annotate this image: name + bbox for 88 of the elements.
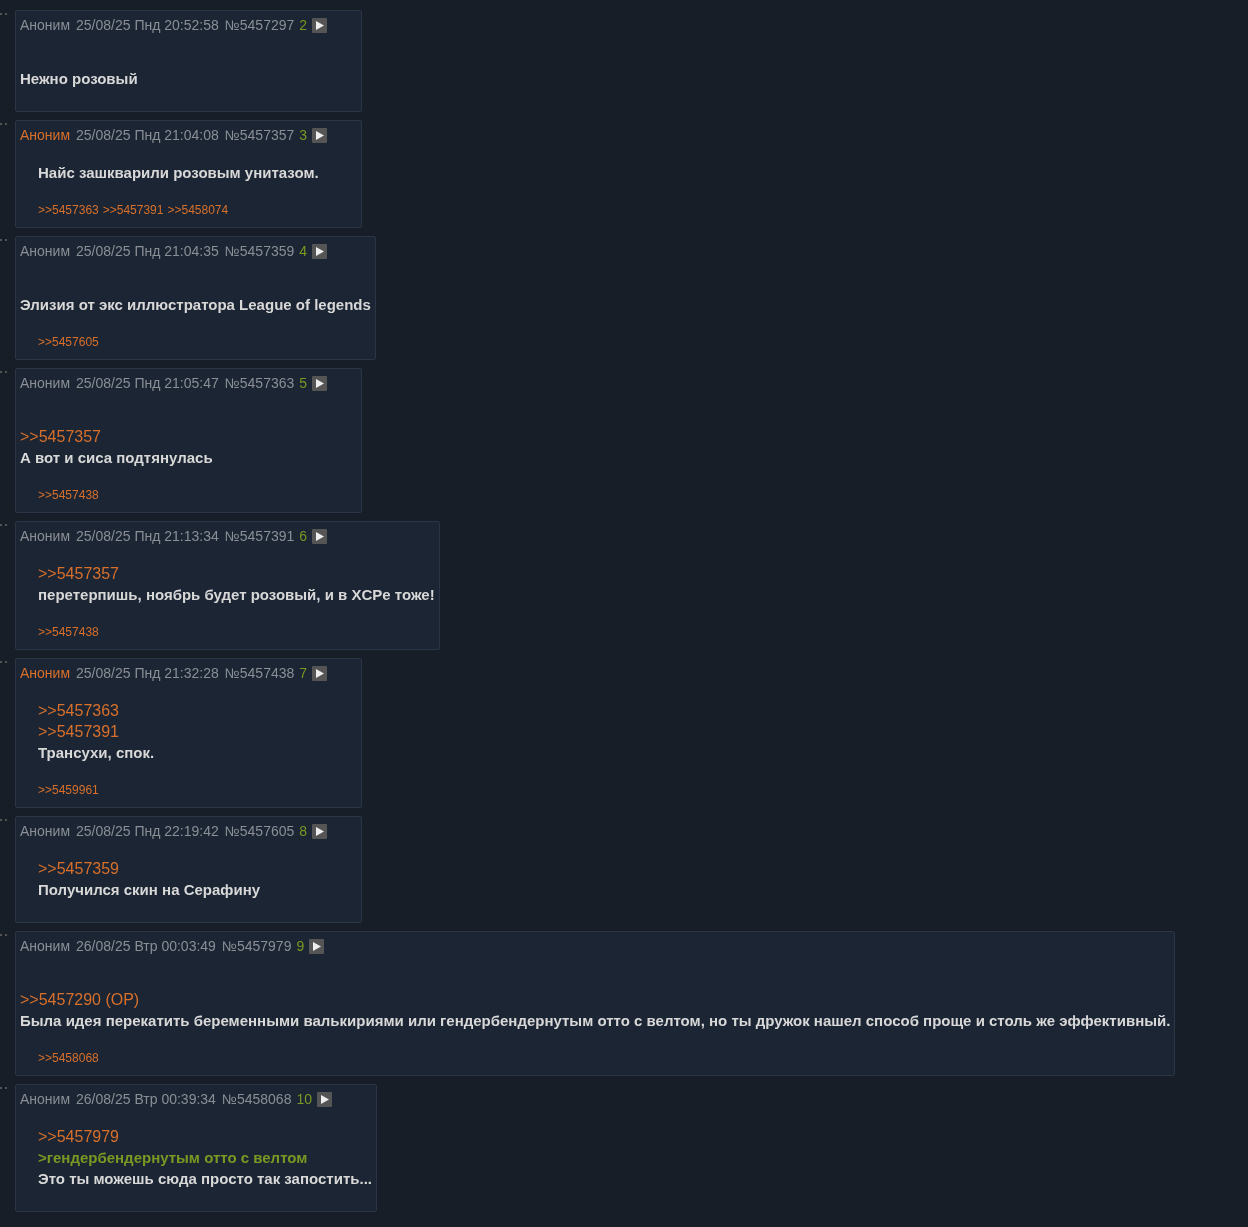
drag-handle-icon[interactable] bbox=[0, 524, 10, 527]
post-author: Аноним bbox=[20, 1089, 71, 1109]
post-number[interactable]: №5457979 bbox=[221, 935, 292, 957]
post-ordinal: 2 bbox=[299, 15, 308, 35]
post-date: 25/08/25 Пнд 21:04:35 bbox=[76, 241, 219, 261]
post-author: Аноним bbox=[20, 373, 71, 393]
play-button[interactable] bbox=[312, 127, 328, 143]
drag-handle-icon[interactable] bbox=[0, 13, 10, 16]
post-number[interactable]: №5458068 bbox=[221, 1088, 292, 1110]
post-text: Была идея перекатить беременными валькириями или гендербендернутым отто с велтом, но ты дружок нашел способ проще и столь же эффективный. bbox=[20, 1011, 1171, 1031]
drag-handle-icon[interactable] bbox=[0, 934, 10, 937]
post-text: Элизия от экс иллюстратора League of legends bbox=[20, 295, 371, 315]
drag-handle-icon[interactable] bbox=[0, 371, 10, 374]
post-number[interactable]: №5457438 bbox=[224, 662, 295, 684]
post-date: 26/08/25 Втр 00:39:34 bbox=[76, 1089, 216, 1109]
reply-link[interactable]: >>5457359 bbox=[38, 858, 119, 879]
reply-link[interactable]: >>5457605 bbox=[38, 334, 99, 350]
drag-handle-icon[interactable] bbox=[0, 819, 10, 822]
post-ordinal: 8 bbox=[299, 821, 308, 841]
post-author: Аноним bbox=[20, 936, 71, 956]
post-author: Аноним bbox=[20, 821, 71, 841]
drag-handle-icon[interactable] bbox=[0, 661, 10, 664]
play-button[interactable] bbox=[312, 17, 328, 33]
play-button[interactable] bbox=[309, 938, 325, 954]
reply-link[interactable]: >>5457357 bbox=[20, 426, 101, 447]
post-author: Аноним bbox=[20, 663, 71, 683]
post-ordinal: 3 bbox=[299, 125, 308, 145]
post-text: Найс зашкварили розовым унитазом. bbox=[38, 163, 320, 183]
reply-link[interactable]: >>5458074 bbox=[167, 202, 229, 218]
reply-link[interactable]: >>5458068 bbox=[38, 1050, 99, 1066]
post-date: 25/08/25 Пнд 21:04:08 bbox=[76, 125, 219, 145]
post-ordinal: 7 bbox=[299, 663, 308, 683]
post-number[interactable]: №5457391 bbox=[224, 525, 295, 547]
post-number[interactable]: №5457605 bbox=[224, 820, 295, 842]
reply-link[interactable]: >>5457357 bbox=[38, 563, 119, 584]
play-button[interactable] bbox=[312, 528, 328, 544]
play-icon bbox=[315, 20, 324, 30]
post-number[interactable]: №5457359 bbox=[224, 240, 295, 262]
play-icon bbox=[315, 826, 324, 836]
post-date: 25/08/25 Пнд 22:19:42 bbox=[76, 821, 219, 841]
play-icon bbox=[312, 941, 321, 951]
reply-link[interactable]: >>5457438 bbox=[38, 487, 99, 503]
reply-link[interactable]: >>5459961 bbox=[38, 782, 99, 798]
post-ordinal: 5 bbox=[299, 373, 308, 393]
post-number[interactable]: №5457357 bbox=[224, 124, 295, 146]
post-text: Получился скин на Серафину bbox=[38, 880, 262, 900]
post-text: перетерпишь, ноябрь будет розовый, и в XCPе тоже! bbox=[38, 585, 435, 605]
post-date: 25/08/25 Пнд 21:13:34 bbox=[76, 526, 219, 546]
post-number[interactable]: №5457363 bbox=[224, 372, 295, 394]
reply-link[interactable]: >>5457290 (OP) bbox=[20, 989, 140, 1010]
play-button[interactable] bbox=[312, 243, 328, 259]
post-text: Нежно розовый bbox=[20, 69, 139, 89]
post-author: Аноним bbox=[20, 15, 71, 35]
post-ordinal: 10 bbox=[296, 1089, 312, 1109]
play-icon bbox=[315, 246, 324, 256]
drag-handle-icon[interactable] bbox=[0, 1087, 10, 1090]
play-button[interactable] bbox=[312, 375, 328, 391]
post-author: Аноним bbox=[20, 241, 71, 261]
post-date: 25/08/25 Пнд 20:52:58 bbox=[76, 15, 219, 35]
post-author: Аноним bbox=[20, 526, 71, 546]
play-icon bbox=[315, 378, 324, 388]
play-icon bbox=[320, 1094, 329, 1104]
reply-link[interactable]: >>5457438 bbox=[38, 624, 99, 640]
quote-text: >гендербендернутым отто с велтом bbox=[38, 1148, 309, 1168]
post-text: А вот и сиса подтянулась bbox=[20, 448, 214, 468]
play-icon bbox=[315, 531, 324, 541]
drag-handle-icon[interactable] bbox=[0, 123, 10, 126]
play-button[interactable] bbox=[317, 1091, 332, 1107]
play-icon bbox=[315, 130, 324, 140]
post-date: 25/08/25 Пнд 21:05:47 bbox=[76, 373, 219, 393]
reply-link[interactable]: >>5457979 bbox=[38, 1126, 119, 1147]
post-number[interactable]: №5457297 bbox=[224, 14, 295, 36]
play-icon bbox=[315, 668, 324, 678]
post-text: Это ты можешь сюда просто так запостить... bbox=[38, 1169, 372, 1189]
post-date: 26/08/25 Втр 00:03:49 bbox=[76, 936, 216, 956]
post-date: 25/08/25 Пнд 21:32:28 bbox=[76, 663, 219, 683]
reply-link[interactable]: >>5457391 bbox=[102, 202, 164, 218]
post-ordinal: 6 bbox=[299, 526, 308, 546]
post-ordinal: 4 bbox=[299, 241, 308, 261]
reply-link[interactable]: >>5457363 bbox=[38, 202, 99, 218]
reply-link[interactable]: >>5457391 bbox=[38, 721, 119, 742]
post-ordinal: 9 bbox=[296, 936, 305, 956]
reply-link[interactable]: >>5457363 bbox=[38, 700, 119, 721]
play-button[interactable] bbox=[312, 823, 328, 839]
post-author: Аноним bbox=[20, 125, 71, 145]
play-button[interactable] bbox=[312, 665, 328, 681]
post-text: Трансухи, спок. bbox=[38, 743, 156, 763]
drag-handle-icon[interactable] bbox=[0, 239, 10, 242]
